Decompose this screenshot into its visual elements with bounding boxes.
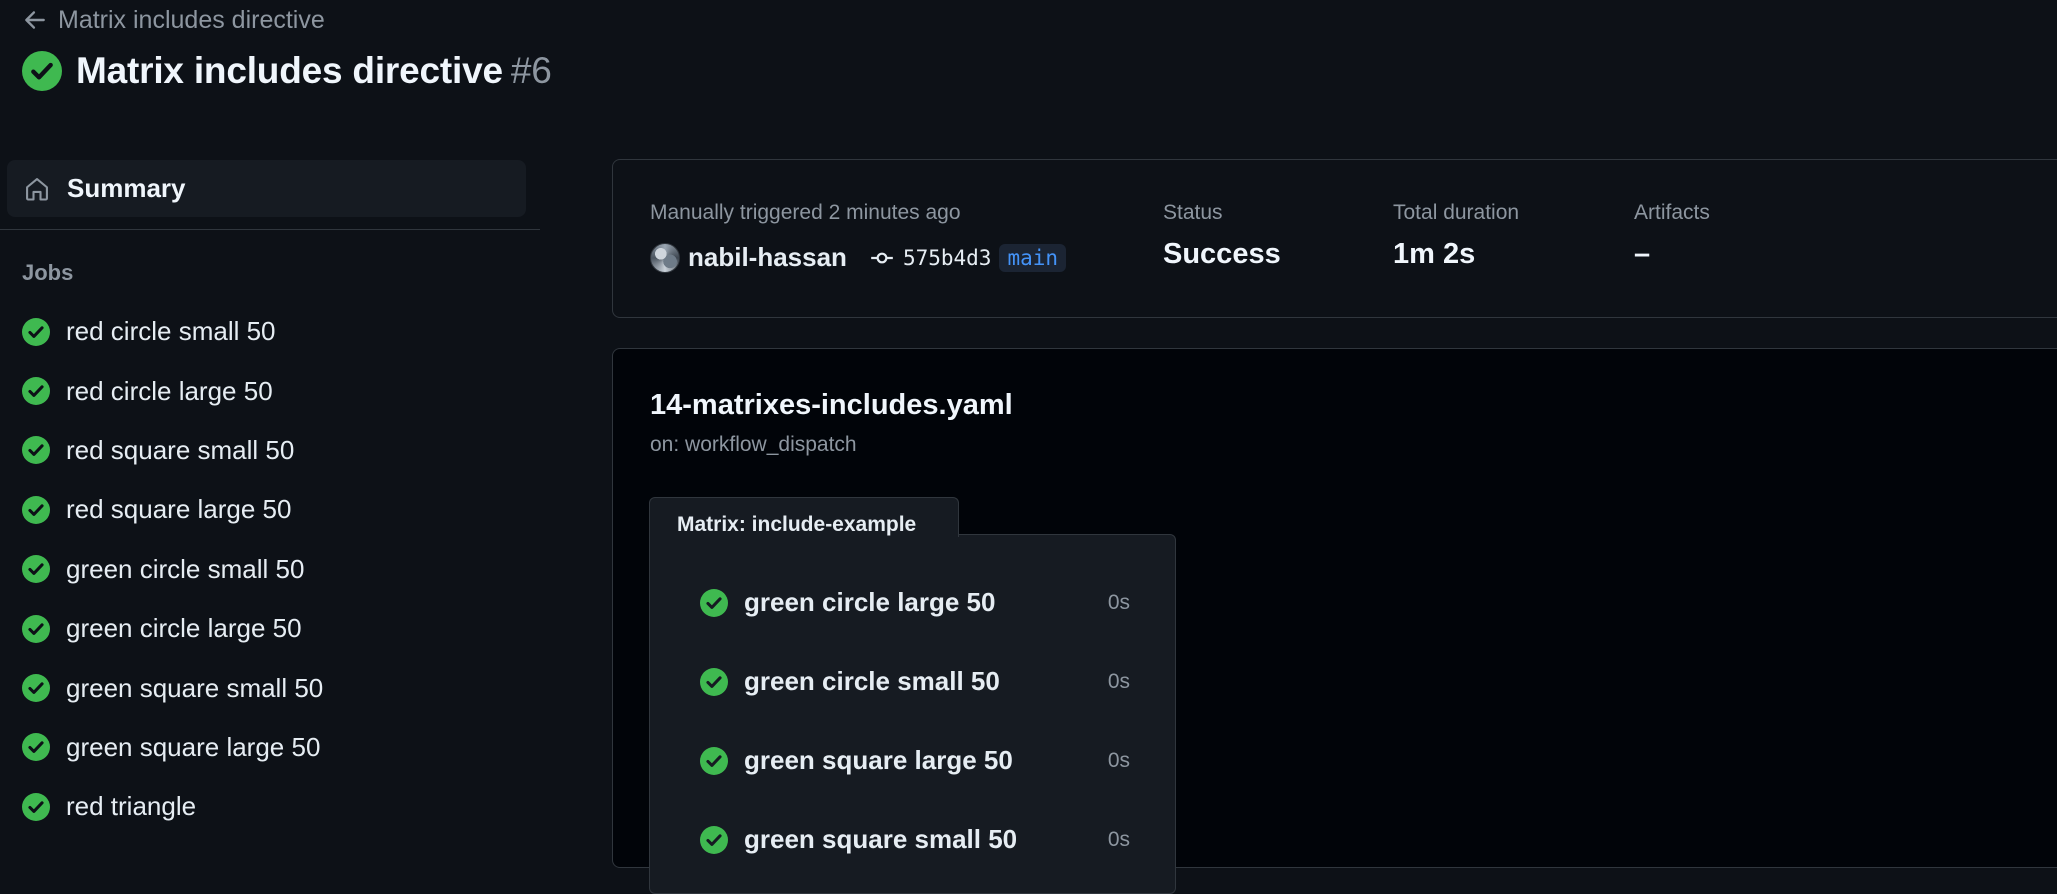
matrix-job-duration: 0s [1107,748,1130,772]
git-commit-icon [871,252,893,263]
job-label: green circle large 50 [66,613,302,644]
workflow-title: Matrix includes directive [76,50,503,91]
sidebar-job-item[interactable]: green circle small 50 [22,540,323,599]
home-icon [26,177,48,201]
job-label: green square large 50 [66,731,321,762]
check-circle-icon [700,825,728,854]
check-circle-icon [22,317,50,346]
trigger-text: Manually triggered 2 minutes ago [650,201,961,224]
matrix-job-label: green circle small 50 [744,666,1000,696]
job-label: green square small 50 [66,672,324,703]
arrow-left-icon [25,11,45,29]
matrix-job-duration: 0s [1107,590,1130,614]
run-summary-card: Manually triggered 2 minutes ago nabil-h… [612,159,2057,318]
matrix-job-duration: 0s [1107,669,1130,693]
sidebar-job-item[interactable]: green square small 50 [22,658,323,717]
matrix-job-item[interactable]: green square large 50 0s [700,721,1130,800]
sidebar-job-item[interactable]: green square large 50 [22,718,323,777]
check-circle-icon [700,667,728,696]
artifacts-value: – [1634,238,1651,270]
job-label: red circle large 50 [66,375,273,406]
job-label: red square large 50 [66,494,292,525]
matrix-job-item[interactable]: green circle small 50 0s [700,642,1130,721]
sidebar-item-summary[interactable]: Summary [7,160,526,217]
check-circle-icon [700,588,728,617]
check-circle-icon [22,377,50,406]
sidebar-divider [0,229,540,230]
job-label: green circle small 50 [66,553,305,584]
check-circle-icon [22,792,50,821]
matrix-group-header[interactable]: Matrix: include-example [649,497,959,537]
matrix-job-label: green square large 50 [744,745,1013,775]
workflow-trigger: on: workflow_dispatch [650,433,857,456]
sidebar-summary-label: Summary [67,173,186,203]
workflow-graph-card: 14-matrixes-includes.yaml on: workflow_d… [612,348,2057,894]
commit-sha-link[interactable]: 575b4d3 [903,246,992,270]
page-title: Matrix includes directive #6 [76,50,552,92]
matrix-group: green circle large 50 0s green circle sm… [649,534,1176,894]
trigger-details: nabil-hassan 575b4d3 main [650,242,1067,273]
run-number: #6 [510,50,552,91]
back-link[interactable]: Matrix includes directive [22,4,325,36]
check-circle-icon [22,51,62,91]
sidebar-job-item[interactable]: red triangle [22,777,323,836]
status-label: Status [1163,201,1223,224]
check-circle-icon [22,614,50,643]
matrix-job-label: green square small 50 [744,824,1018,854]
actor-link[interactable]: nabil-hassan [688,242,847,273]
sidebar-job-item[interactable]: red square small 50 [22,421,323,480]
back-link-label: Matrix includes directive [58,5,325,34]
job-list: red circle small 50 red circle large 50 … [22,302,323,837]
status-value: Success [1163,238,1281,270]
job-label: red triangle [66,791,197,822]
duration-label: Total duration [1393,201,1520,224]
sidebar-job-item[interactable]: red circle large 50 [22,361,323,420]
sidebar-job-item[interactable]: red circle small 50 [22,302,323,361]
artifacts-label: Artifacts [1634,201,1710,224]
status-stat: Status Success [1163,201,1281,271]
check-circle-icon [700,746,728,775]
matrix-job-item[interactable]: green circle large 50 0s [700,563,1130,642]
matrix-job-list: green circle large 50 0s green circle sm… [700,563,1130,879]
duration-stat: Total duration 1m 2s [1393,201,1519,271]
matrix-job-duration: 0s [1107,827,1130,851]
sidebar-job-item[interactable]: red square large 50 [22,480,323,539]
matrix-job-label: green circle large 50 [744,587,996,617]
check-circle-icon [22,674,50,703]
branch-badge[interactable]: main [999,243,1067,272]
check-circle-icon [22,555,50,584]
page-title-row: Matrix includes directive #6 [22,50,552,92]
workflow-file-name: 14-matrixes-includes.yaml [650,389,1013,421]
check-circle-icon [22,436,50,465]
job-label: red circle small 50 [66,316,276,347]
check-circle-icon [22,733,50,762]
jobs-heading: Jobs [22,260,74,285]
avatar[interactable] [650,242,680,273]
artifacts-stat: Artifacts – [1634,201,1710,271]
duration-value: 1m 2s [1393,238,1476,270]
sidebar-job-item[interactable]: green circle large 50 [22,599,323,658]
job-label: red square small 50 [66,434,295,465]
check-circle-icon [22,495,50,524]
matrix-job-item[interactable]: green square small 50 0s [700,800,1130,879]
